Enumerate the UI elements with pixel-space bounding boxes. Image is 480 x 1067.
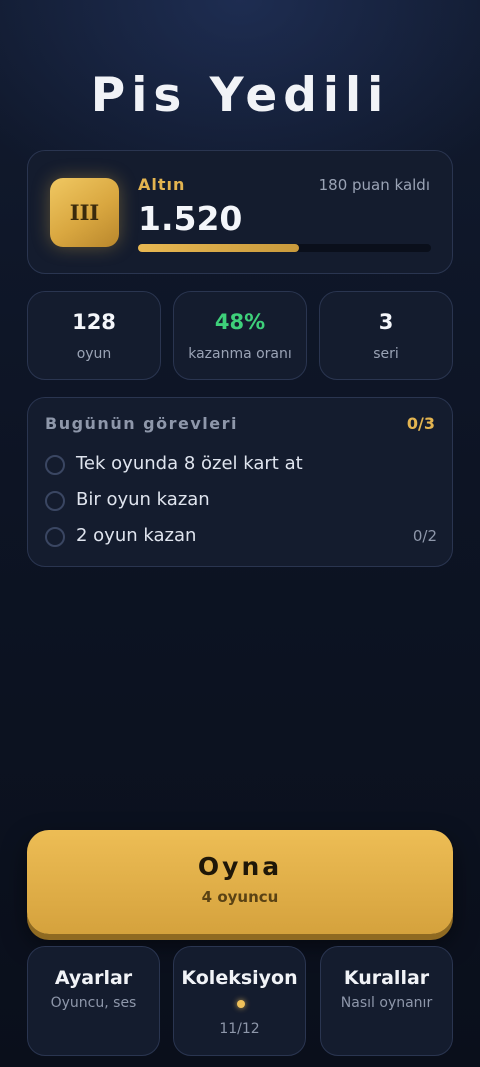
stat-streak: 3 seri bbox=[319, 291, 453, 380]
stat-games: 128 oyun bbox=[27, 291, 161, 380]
task-text: Tek oyunda 8 özel kart at bbox=[76, 453, 303, 474]
stat-win-rate: 48% kazanma oranı bbox=[173, 291, 307, 380]
rank-points: 1.520 bbox=[138, 199, 243, 238]
menu-subtitle: Oyuncu, ses bbox=[50, 995, 137, 1011]
daily-tasks-panel: Bugünün görevleri 0/3 Tek oyunda 8 özel … bbox=[27, 397, 453, 567]
menu-title: Ayarlar bbox=[54, 967, 133, 989]
rules-button[interactable]: Kurallar Nasıl oynanır bbox=[320, 946, 453, 1056]
task-checkbox-icon bbox=[45, 491, 65, 511]
stat-label: oyun bbox=[76, 346, 112, 362]
task-item: Tek oyunda 8 özel kart at bbox=[45, 451, 437, 477]
menu-subtitle: Nasıl oynanır bbox=[340, 995, 433, 1011]
play-button-subtitle: 4 oyuncu bbox=[201, 888, 279, 906]
stat-value: 3 bbox=[378, 310, 394, 334]
task-text: 2 oyun kazan bbox=[76, 525, 197, 546]
stat-value: 48% bbox=[214, 310, 266, 334]
rank-progress-bar bbox=[138, 244, 431, 252]
stat-value: 128 bbox=[72, 310, 116, 334]
daily-tasks-title: Bugünün görevleri bbox=[45, 414, 238, 433]
rank-progress-fill bbox=[138, 244, 300, 252]
rank-badge: III bbox=[50, 178, 119, 247]
play-button[interactable]: Oyna 4 oyuncu bbox=[27, 830, 453, 934]
menu-title: Koleksiyon bbox=[181, 967, 298, 989]
new-item-dot-icon bbox=[237, 1000, 245, 1008]
task-checkbox-icon bbox=[45, 455, 65, 475]
points-remaining: 180 puan kaldı bbox=[318, 176, 430, 194]
collection-button[interactable]: Koleksiyon 11/12 bbox=[173, 946, 306, 1056]
stat-label: kazanma oranı bbox=[188, 346, 292, 362]
stat-label: seri bbox=[373, 346, 399, 362]
menu-title: Kurallar bbox=[343, 967, 430, 989]
task-checkbox-icon bbox=[45, 527, 65, 547]
task-item: Bir oyun kazan bbox=[45, 487, 437, 513]
task-progress: 0/2 bbox=[412, 527, 437, 545]
collection-count: 11/12 bbox=[219, 1021, 260, 1037]
rank-tier: Altın bbox=[138, 175, 186, 194]
game-title: Pis Yedili bbox=[90, 68, 390, 123]
play-button-label: Oyna bbox=[197, 852, 283, 881]
task-item: 2 oyun kazan 0/2 bbox=[45, 523, 437, 549]
daily-tasks-count: 0/3 bbox=[406, 414, 435, 433]
rank-card: III Altın 180 puan kaldı 1.520 bbox=[27, 150, 453, 274]
settings-button[interactable]: Ayarlar Oyuncu, ses bbox=[27, 946, 160, 1056]
task-text: Bir oyun kazan bbox=[76, 489, 210, 510]
